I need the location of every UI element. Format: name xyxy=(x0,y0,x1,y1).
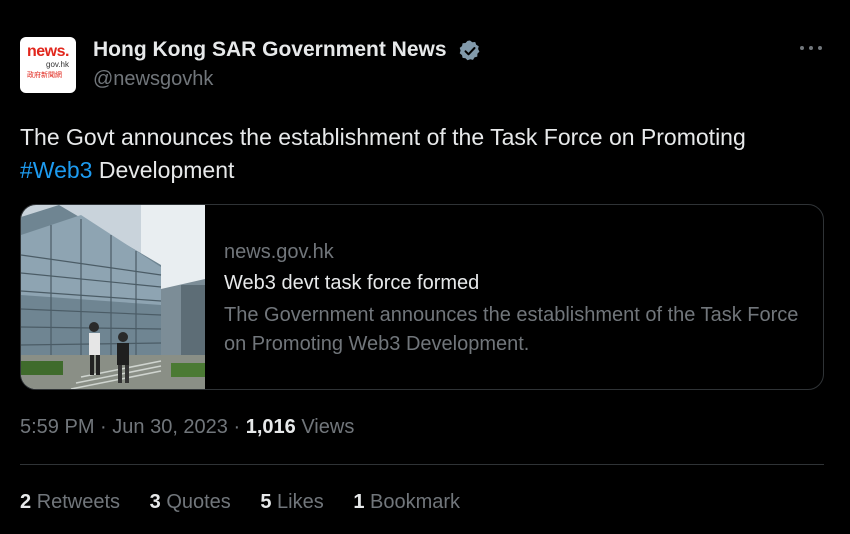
meta-separator: · xyxy=(94,416,113,438)
card-thumbnail-image xyxy=(21,205,205,389)
avatar-logo-text: news. xyxy=(27,43,69,60)
bookmarks-stat[interactable]: 1 Bookmark xyxy=(353,491,460,514)
tweet-text-before: The Govt announces the establishment of … xyxy=(20,124,746,150)
divider xyxy=(20,464,824,465)
tweet-meta: 5:59 PM · Jun 30, 2023 · 1,016 Views xyxy=(20,416,354,439)
tweet-date[interactable]: Jun 30, 2023 xyxy=(112,416,228,438)
bookmarks-count: 1 xyxy=(353,491,365,513)
avatar-logo-subtext: gov.hk xyxy=(46,60,69,69)
tweet-time[interactable]: 5:59 PM xyxy=(20,416,94,438)
retweets-stat[interactable]: 2 Retweets xyxy=(20,491,120,514)
quotes-stat[interactable]: 3 Quotes xyxy=(150,491,231,514)
views-count: 1,016 xyxy=(245,416,296,438)
quotes-label: Quotes xyxy=(166,491,231,513)
avatar[interactable]: news. gov.hk 政府新聞網 xyxy=(20,37,76,93)
card-title: Web3 devt task force formed xyxy=(224,272,480,294)
author-handle[interactable]: @newsgovhk xyxy=(93,68,213,91)
verified-badge-icon xyxy=(459,40,480,61)
tweet-text-after: Development xyxy=(92,157,235,183)
likes-stat[interactable]: 5 Likes xyxy=(260,491,323,514)
more-options-icon[interactable] xyxy=(798,40,824,56)
meta-separator: · xyxy=(227,416,246,438)
author-display-name[interactable]: Hong Kong SAR Government News xyxy=(93,38,447,62)
quotes-count: 3 xyxy=(149,491,161,513)
retweets-label: Retweets xyxy=(36,491,121,513)
link-preview-card[interactable]: news.gov.hk Web3 devt task force formed … xyxy=(20,204,824,390)
hashtag-link[interactable]: #Web3 xyxy=(20,157,92,183)
engagement-stats: 2 Retweets 3 Quotes 5 Likes 1 Bookmark xyxy=(20,491,484,514)
avatar-logo-chinese: 政府新聞網 xyxy=(27,72,62,79)
tweet-text: The Govt announces the establishment of … xyxy=(20,121,820,187)
likes-label: Likes xyxy=(277,491,324,513)
tweet: news. gov.hk 政府新聞網 Hong Kong SAR Governm… xyxy=(0,0,850,534)
views-label: Views xyxy=(301,416,355,438)
card-description: The Government announces the establishme… xyxy=(224,304,799,355)
retweets-count: 2 xyxy=(20,491,32,513)
bookmarks-label: Bookmark xyxy=(370,491,461,513)
card-domain: news.gov.hk xyxy=(224,241,334,263)
likes-count: 5 xyxy=(260,491,272,513)
